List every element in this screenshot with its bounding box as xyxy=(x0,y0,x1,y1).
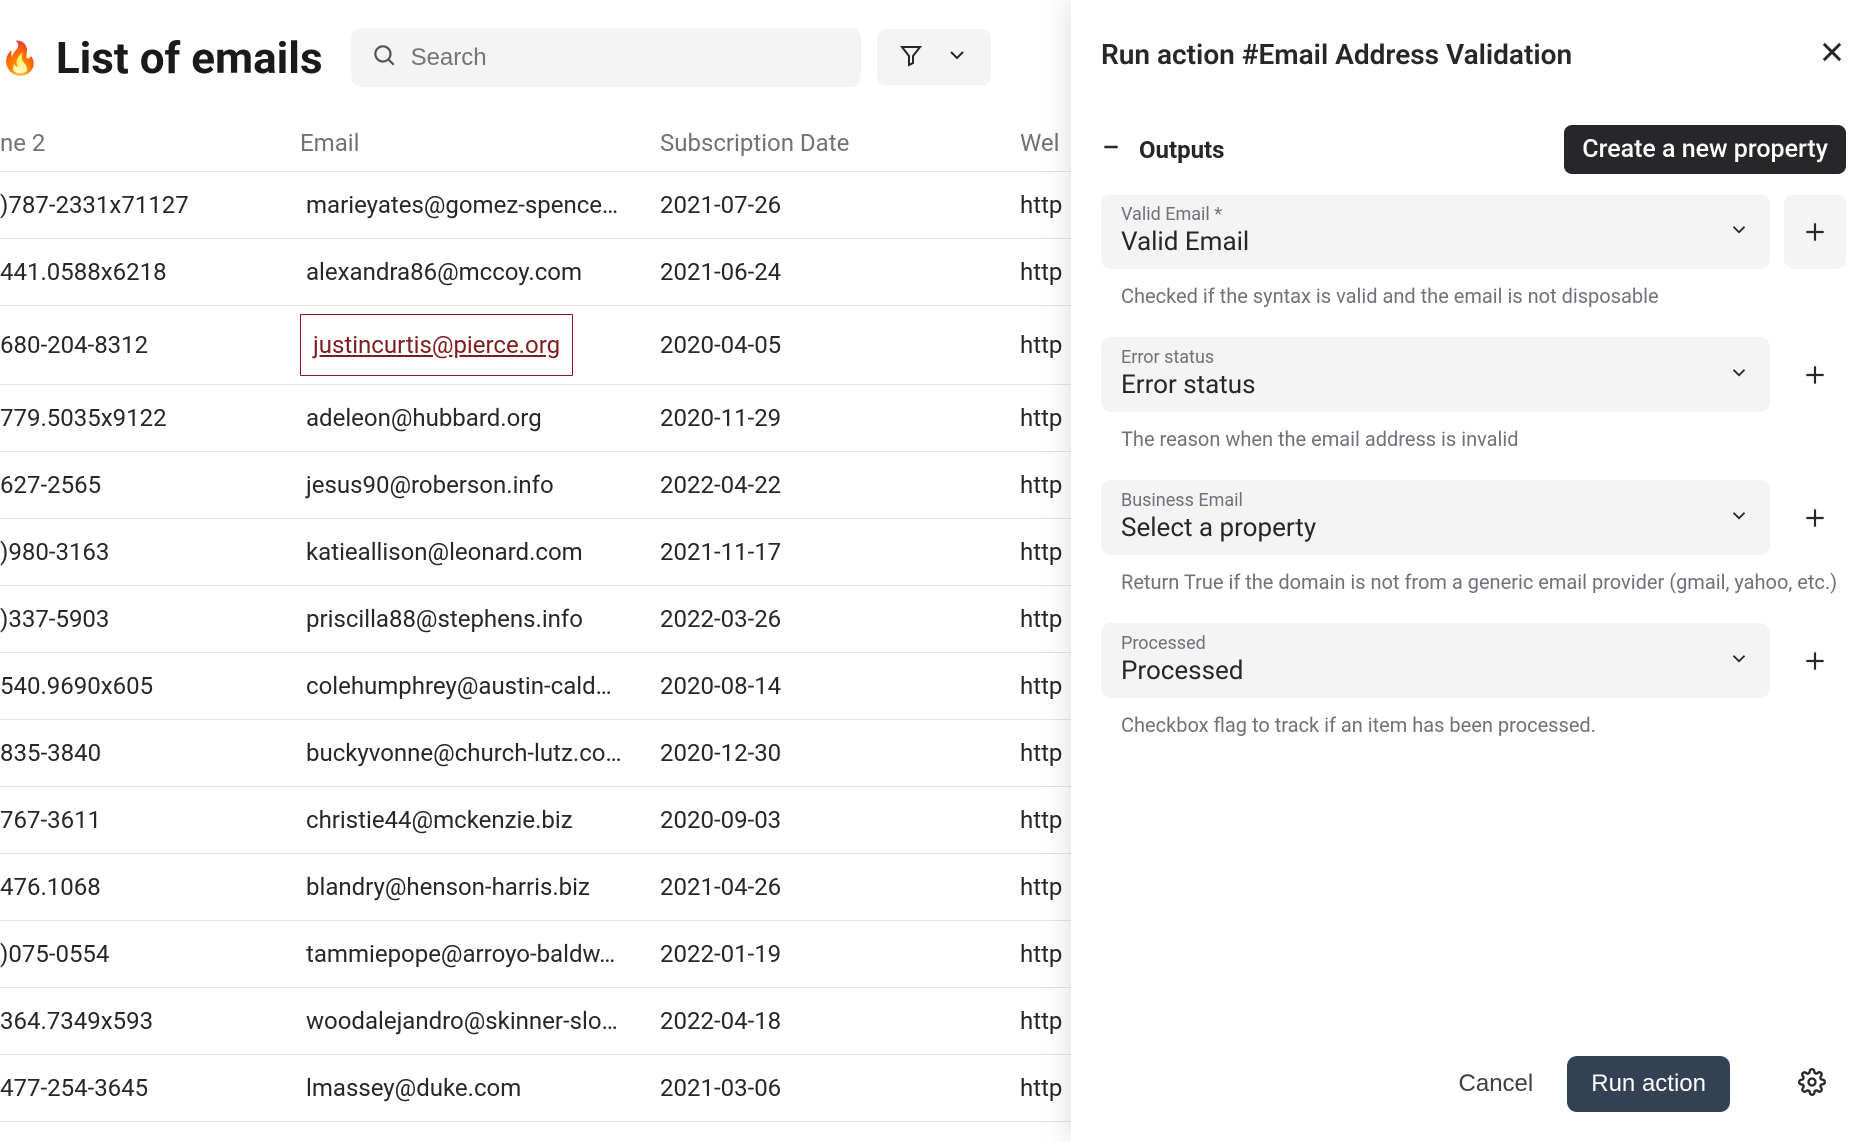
output-description: Return True if the domain is not from a … xyxy=(1101,567,1846,597)
output-select-label: Processed xyxy=(1121,633,1750,654)
cell-date[interactable]: 2020-09-03 xyxy=(660,787,1020,854)
cell-date[interactable]: 2021-06-24 xyxy=(660,239,1020,306)
output-select-label: Valid Email * xyxy=(1121,204,1750,225)
add-property-button[interactable] xyxy=(1784,480,1846,555)
close-button[interactable] xyxy=(1818,38,1846,71)
cell-email[interactable]: priscilla88@stephens.info xyxy=(300,586,660,653)
funnel-icon xyxy=(899,43,923,72)
create-property-tooltip: Create a new property xyxy=(1564,125,1846,174)
flame-icon: 🔥 xyxy=(0,39,40,77)
output-select-value: Valid Email xyxy=(1121,227,1750,257)
chevron-down-icon xyxy=(945,43,969,72)
cell-date[interactable]: 2020-11-29 xyxy=(660,385,1020,452)
cell-email[interactable]: blandry@henson-harris.biz xyxy=(300,854,660,921)
cell-date[interactable]: 2020-08-14 xyxy=(660,653,1020,720)
cell-email[interactable]: christie44@mckenzie.biz xyxy=(300,787,660,854)
output-block: ProcessedProcessed Checkbox flag to track… xyxy=(1101,623,1846,740)
cell-phone[interactable]: 477-254-3645 xyxy=(0,1055,300,1122)
search-input[interactable] xyxy=(411,44,841,72)
output-select-value: Error status xyxy=(1121,370,1750,400)
cell-phone[interactable]: 540.9690x605 xyxy=(0,653,300,720)
cell-date[interactable]: 2022-01-19 xyxy=(660,921,1020,988)
column-header-email[interactable]: Email xyxy=(300,115,660,172)
outputs-section-label: Outputs xyxy=(1139,136,1225,164)
add-property-button[interactable] xyxy=(1784,623,1846,698)
cell-date[interactable]: 2020-12-30 xyxy=(660,720,1020,787)
cell-email[interactable]: marieyates@gomez-spence… xyxy=(300,172,660,239)
output-block: Business EmailSelect a property Return Tr… xyxy=(1101,480,1846,597)
column-header-phone[interactable]: ne 2 xyxy=(0,115,300,172)
cell-date[interactable]: 2022-03-26 xyxy=(660,586,1020,653)
cell-date[interactable]: 2021-04-26 xyxy=(660,854,1020,921)
cell-phone[interactable]: 364.7349x593 xyxy=(0,988,300,1055)
cell-date[interactable]: 2022-04-22 xyxy=(660,452,1020,519)
chevron-down-icon xyxy=(1728,504,1750,531)
output-property-select[interactable]: ProcessedProcessed xyxy=(1101,623,1770,698)
cell-date[interactable]: 2021-07-26 xyxy=(660,172,1020,239)
add-property-button[interactable] xyxy=(1784,337,1846,412)
cell-phone[interactable]: )337-5903 xyxy=(0,586,300,653)
cancel-button[interactable]: Cancel xyxy=(1459,1070,1534,1098)
cell-date[interactable]: 2020-04-05 xyxy=(660,306,1020,385)
chevron-down-icon xyxy=(1728,218,1750,245)
cell-date[interactable]: 2022-04-18 xyxy=(660,988,1020,1055)
output-select-value: Processed xyxy=(1121,656,1750,686)
cell-email[interactable]: colehumphrey@austin-cald… xyxy=(300,653,660,720)
output-property-select[interactable]: Business EmailSelect a property xyxy=(1101,480,1770,555)
cell-phone[interactable]: )075-0554 xyxy=(0,921,300,988)
run-action-button[interactable]: Run action xyxy=(1567,1056,1730,1112)
output-select-value: Select a property xyxy=(1121,513,1750,543)
cell-phone[interactable]: )980-3163 xyxy=(0,519,300,586)
cell-email[interactable]: alexandra86@mccoy.com xyxy=(300,239,660,306)
run-action-panel: Run action #Email Address Validation Out… xyxy=(1071,0,1876,1142)
cell-date[interactable]: 2021-03-06 xyxy=(660,1055,1020,1122)
cell-phone[interactable]: 627-2565 xyxy=(0,452,300,519)
cell-email[interactable]: buckyvonne@church-lutz.co… xyxy=(300,720,660,787)
output-description: Checkbox flag to track if an item has be… xyxy=(1101,710,1846,740)
cell-phone[interactable]: 779.5035x9122 xyxy=(0,385,300,452)
output-property-select[interactable]: Error statusError status xyxy=(1101,337,1770,412)
settings-button[interactable] xyxy=(1798,1068,1826,1101)
search-box[interactable] xyxy=(351,28,861,87)
output-block: Valid Email *Valid Email Checked if the s… xyxy=(1101,194,1846,311)
chevron-down-icon xyxy=(1728,647,1750,674)
output-description: Checked if the syntax is valid and the e… xyxy=(1101,281,1846,311)
collapse-icon[interactable] xyxy=(1101,137,1121,162)
cell-phone[interactable]: 680-204-8312 xyxy=(0,306,300,385)
cell-email[interactable]: jesus90@roberson.info xyxy=(300,452,660,519)
cell-email[interactable]: adeleon@hubbard.org xyxy=(300,385,660,452)
output-select-label: Business Email xyxy=(1121,490,1750,511)
cell-email[interactable]: lmassey@duke.com xyxy=(300,1055,660,1122)
cell-email[interactable]: katieallison@leonard.com xyxy=(300,519,660,586)
cell-email[interactable]: justincurtis@pierce.org xyxy=(300,306,660,385)
column-header-date[interactable]: Subscription Date xyxy=(660,115,1020,172)
search-icon xyxy=(371,42,397,73)
filter-button[interactable] xyxy=(877,29,991,86)
output-block: Error statusError status The reason when … xyxy=(1101,337,1846,454)
output-property-select[interactable]: Valid Email *Valid Email xyxy=(1101,194,1770,269)
cell-phone[interactable]: )787-2331x71127 xyxy=(0,172,300,239)
add-property-button[interactable] xyxy=(1784,194,1846,269)
cell-phone[interactable]: 835-3840 xyxy=(0,720,300,787)
output-description: The reason when the email address is inv… xyxy=(1101,424,1846,454)
cell-phone[interactable]: 476.1068 xyxy=(0,854,300,921)
output-select-label: Error status xyxy=(1121,347,1750,368)
cell-email[interactable]: woodalejandro@skinner-slo… xyxy=(300,988,660,1055)
cell-phone[interactable]: 441.0588x6218 xyxy=(0,239,300,306)
panel-title: Run action #Email Address Validation xyxy=(1101,38,1572,71)
chevron-down-icon xyxy=(1728,361,1750,388)
cell-date[interactable]: 2021-11-17 xyxy=(660,519,1020,586)
cell-phone[interactable]: 767-3611 xyxy=(0,787,300,854)
cell-email[interactable]: tammiepope@arroyo-baldw… xyxy=(300,921,660,988)
page-title: List of emails xyxy=(56,32,323,84)
